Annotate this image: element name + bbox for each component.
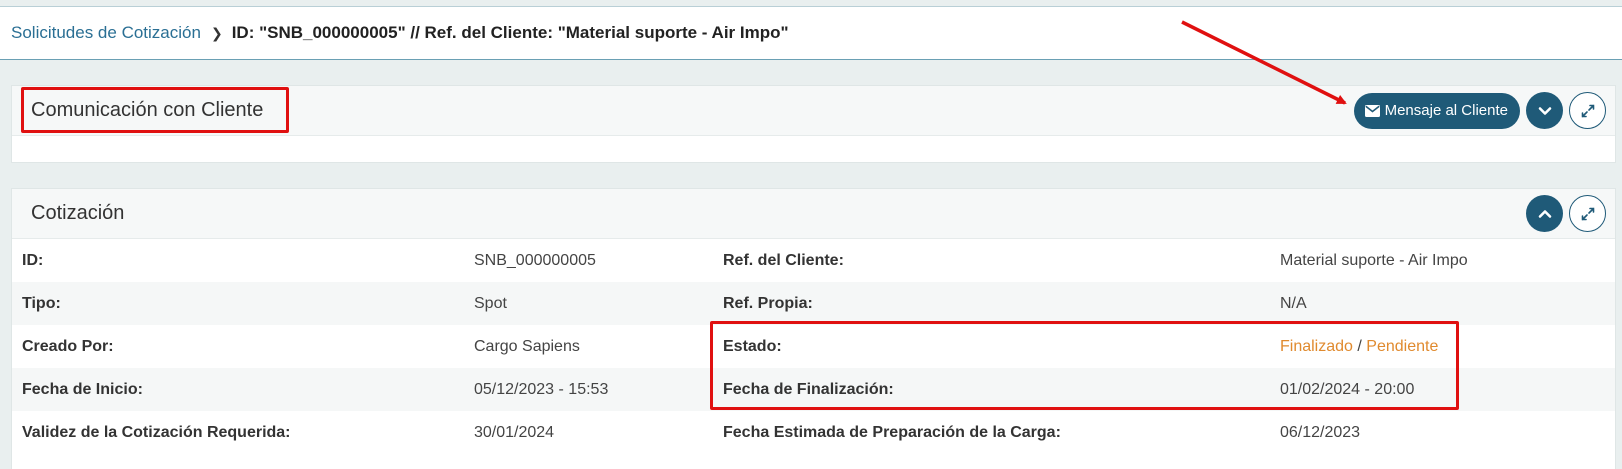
- row-label: Tipo:: [22, 294, 61, 312]
- table-row: Fecha de Inicio: 05/12/2023 - 15:53 Fech…: [12, 368, 1615, 411]
- message-client-button[interactable]: Mensaje al Cliente: [1353, 92, 1520, 129]
- row-value: 30/01/2024: [474, 423, 555, 441]
- table-row: Creado Por: Cargo Sapiens Estado: Finali…: [12, 325, 1615, 368]
- table-row: Validez de la Cotización Requerida: 30/0…: [12, 411, 1615, 454]
- row-label: Fecha de Finalización:: [723, 380, 894, 398]
- row-label: Estado:: [723, 337, 782, 355]
- communication-panel-header: Comunicación con Cliente Mensaje al Clie…: [12, 86, 1615, 136]
- envelope-icon: [1364, 104, 1380, 117]
- status-value: Finalizado / Pendiente: [1280, 338, 1438, 356]
- quotation-panel-title: Cotización: [31, 202, 125, 224]
- chevron-right-icon: ❯: [210, 24, 223, 41]
- quotation-panel-header: Cotización: [12, 189, 1615, 239]
- row-label: Ref. Propia:: [723, 294, 813, 312]
- row-label: Creado Por:: [22, 337, 114, 355]
- expand-icon: [1581, 104, 1594, 117]
- communication-panel-title: Comunicación con Cliente: [31, 99, 264, 121]
- collapse-toggle-button[interactable]: [1526, 92, 1563, 129]
- status-finalizado-link[interactable]: Finalizado: [1280, 338, 1353, 355]
- row-value: N/A: [1280, 294, 1307, 312]
- quotation-panel: Cotización ID: SNB_000000005 Ref. del Cl…: [11, 188, 1616, 469]
- row-value: 06/12/2023: [1280, 423, 1361, 441]
- breadcrumb: Solicitudes de Cotización ❯ ID: "SNB_000…: [0, 6, 1622, 60]
- chevron-down-icon: [1538, 106, 1551, 115]
- row-value: Spot: [474, 294, 507, 312]
- message-client-label: Mensaje al Cliente: [1384, 102, 1508, 119]
- communication-panel: Comunicación con Cliente Mensaje al Clie…: [11, 85, 1616, 163]
- quotation-details-table: ID: SNB_000000005 Ref. del Cliente: Mate…: [12, 239, 1615, 454]
- quotation-actions: [1526, 195, 1606, 232]
- communication-actions: Mensaje al Cliente: [1353, 92, 1606, 129]
- row-value: Cargo Sapiens: [474, 337, 580, 355]
- expand-icon: [1581, 207, 1594, 220]
- row-label: Fecha de Inicio:: [22, 380, 143, 398]
- status-separator: /: [1357, 337, 1362, 355]
- row-value: 01/02/2024 - 20:00: [1280, 380, 1415, 398]
- row-label: Validez de la Cotización Requerida:: [22, 423, 291, 441]
- row-value: SNB_000000005: [474, 251, 596, 269]
- collapse-toggle-button[interactable]: [1526, 195, 1563, 232]
- expand-button[interactable]: [1569, 195, 1606, 232]
- expand-button[interactable]: [1569, 92, 1606, 129]
- breadcrumb-current: ID: "SNB_000000005" // Ref. del Cliente:…: [231, 23, 789, 42]
- row-label: Ref. del Cliente:: [723, 251, 844, 269]
- status-pendiente-link[interactable]: Pendiente: [1366, 338, 1438, 355]
- breadcrumb-link-solicitudes[interactable]: Solicitudes de Cotización: [11, 23, 201, 43]
- row-label: Fecha Estimada de Preparación de la Carg…: [723, 423, 1061, 441]
- row-label: ID:: [22, 251, 44, 269]
- table-row: ID: SNB_000000005 Ref. del Cliente: Mate…: [12, 239, 1615, 282]
- row-value: Material suporte - Air Impo: [1280, 251, 1468, 269]
- row-value: 05/12/2023 - 15:53: [474, 380, 609, 398]
- table-row: Tipo: Spot Ref. Propia: N/A: [12, 282, 1615, 325]
- chevron-up-icon: [1538, 209, 1551, 218]
